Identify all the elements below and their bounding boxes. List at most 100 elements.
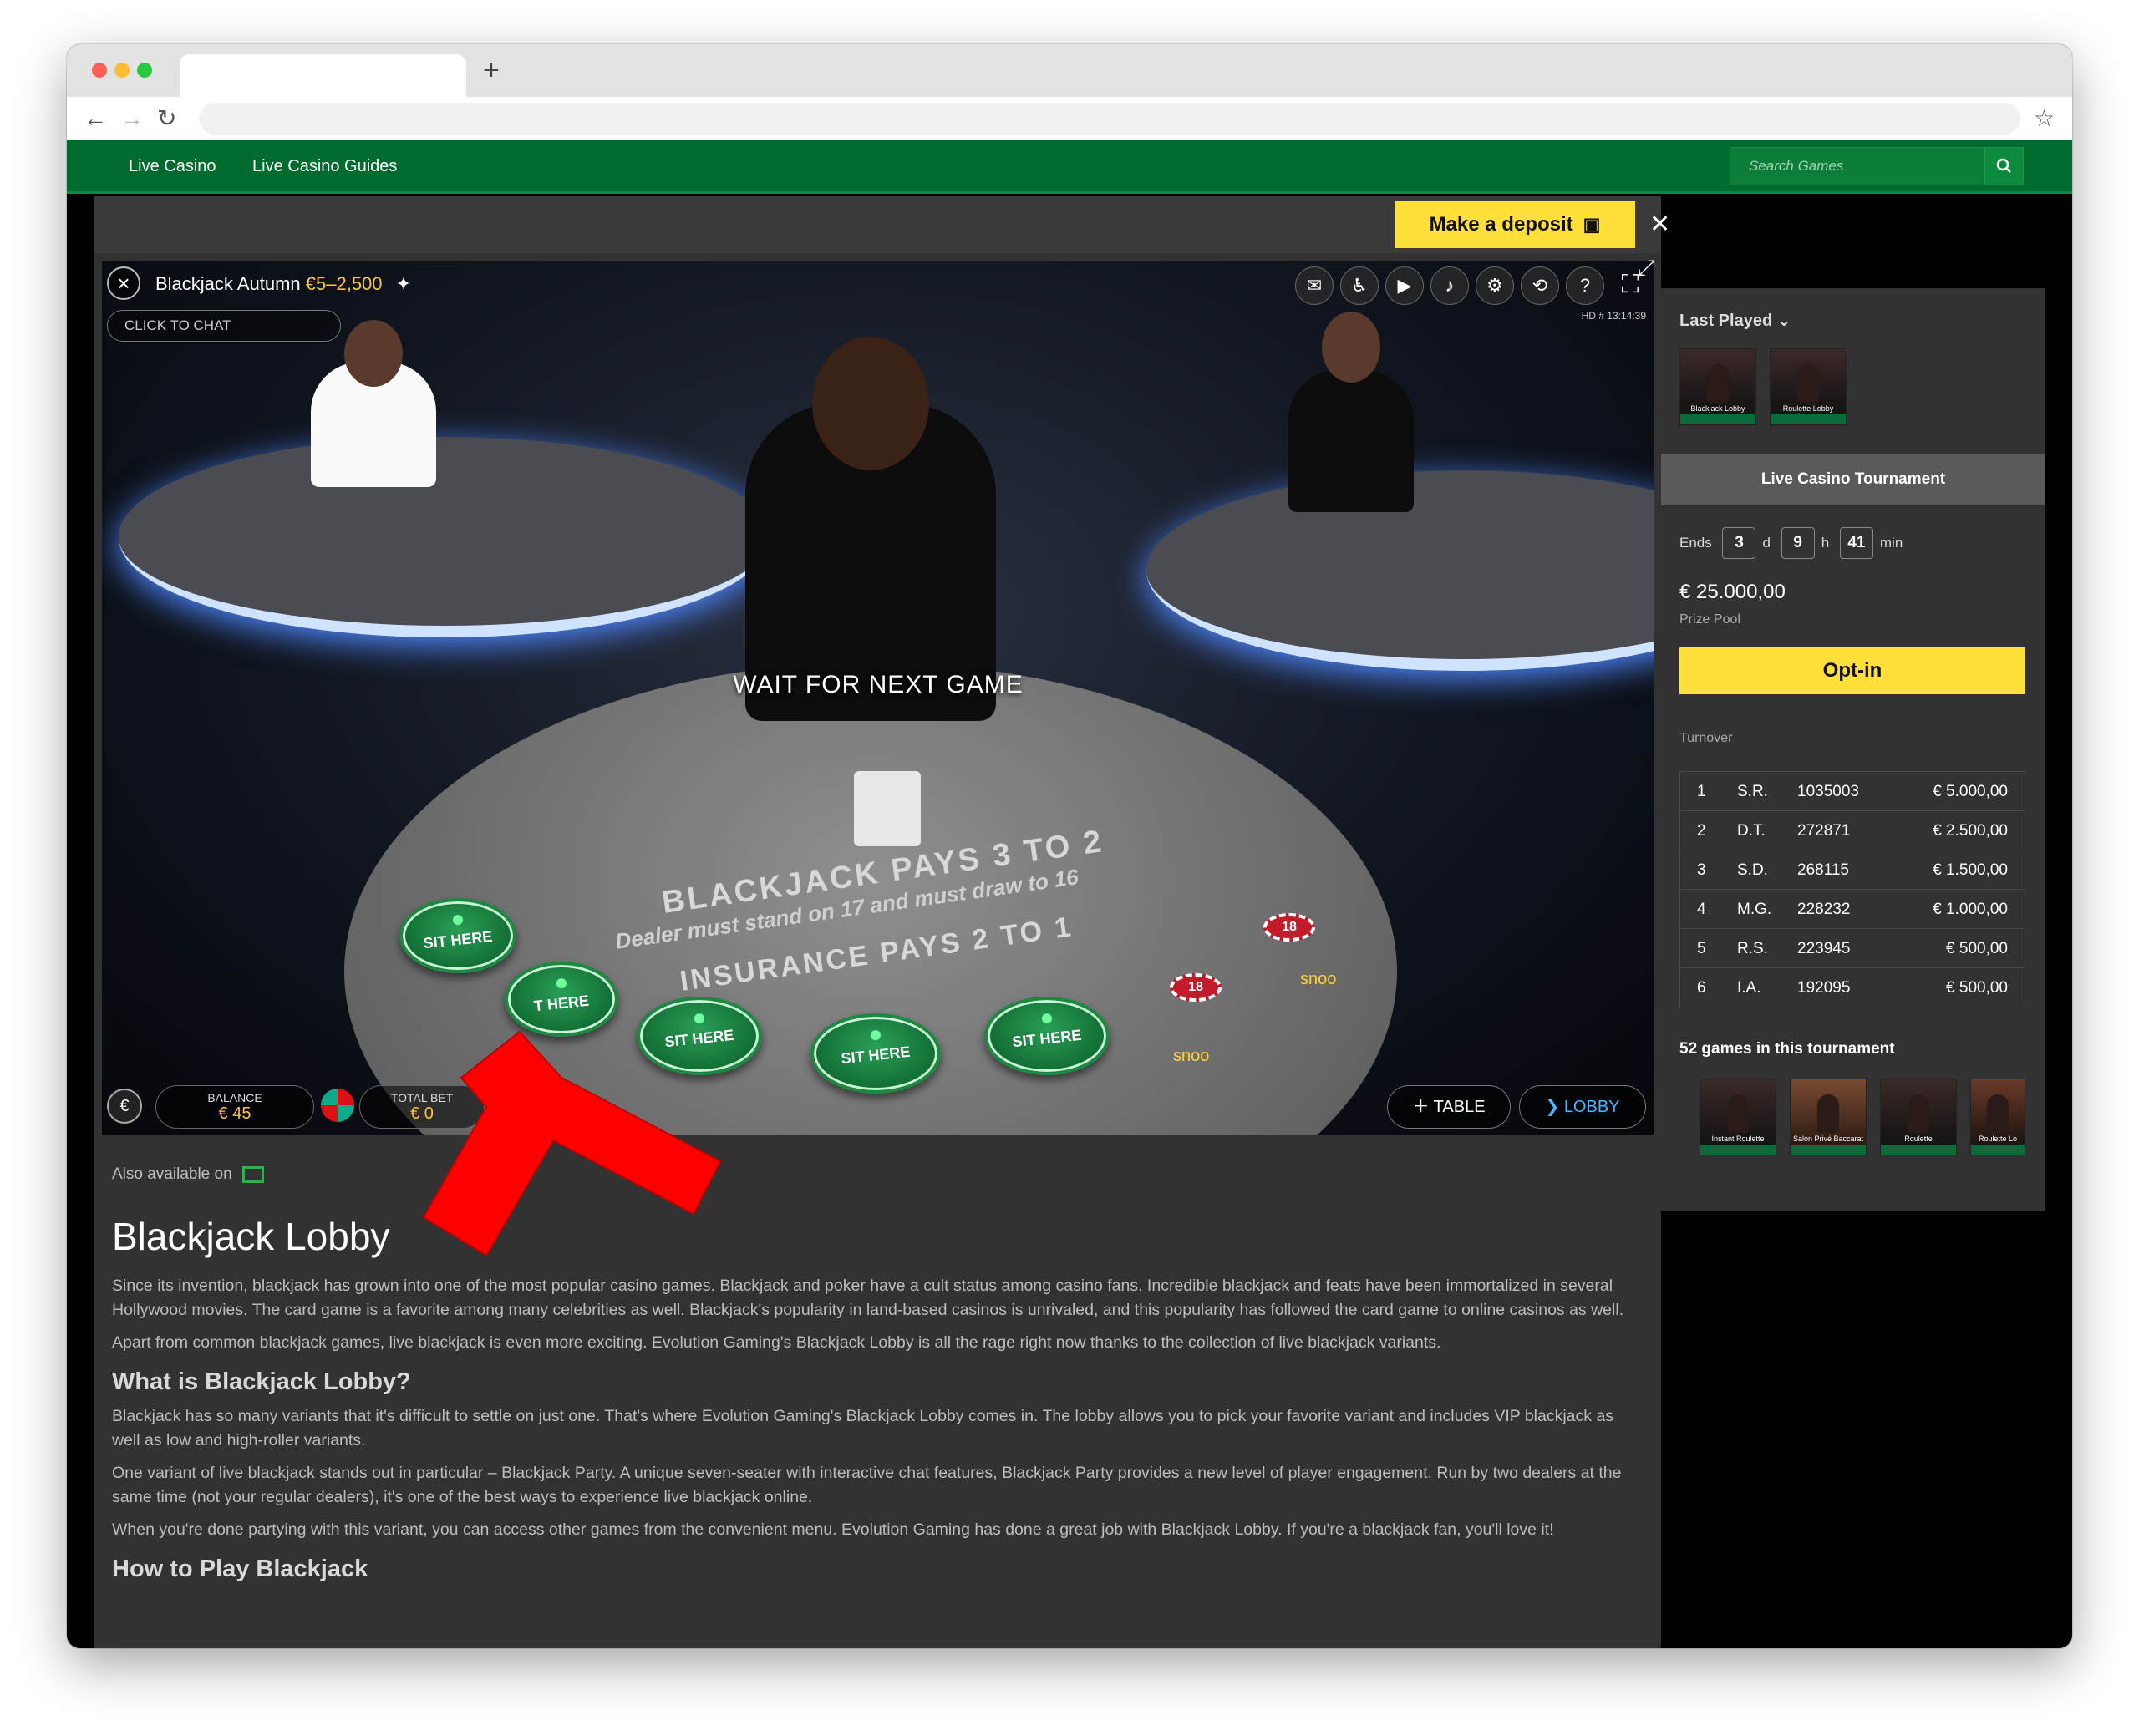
felt-strip [1791, 1145, 1866, 1155]
days-unit: d [1762, 535, 1771, 551]
tournament-game-tile[interactable]: Roulette Lo [1970, 1079, 2025, 1155]
chevron-down-icon: ⌄ [1776, 312, 1791, 330]
tournament-sidebar: Last Played ⌄ Blackjack Lobby Roulette L… [1661, 288, 2045, 1211]
plus-icon: ＋ [1412, 1098, 1434, 1116]
search-box [1730, 147, 2024, 185]
leaderboard-row: 2 D.T. 272871 € 2.500,00 [1680, 811, 2025, 850]
expand-icon[interactable]: ⤢ [1638, 255, 1655, 282]
tournament-game-tile[interactable]: Salon Privé Baccarat [1790, 1079, 1867, 1155]
back-icon[interactable]: ← [84, 102, 107, 135]
help-icon[interactable]: ? [1566, 266, 1604, 305]
felt-strip [1971, 1145, 2025, 1155]
dealer-thumb-figure [1727, 1094, 1749, 1133]
game-tile-caption: Roulette Lo [1978, 1134, 2018, 1143]
last-played-label: Last Played [1679, 312, 1773, 330]
make-deposit-button[interactable]: Make a deposit ▣ [1395, 201, 1635, 248]
dealer-thumb-figure [1987, 1094, 2009, 1133]
leaderboard-amount: € 1.500,00 [1933, 861, 2008, 879]
window-close-button[interactable] [92, 63, 107, 78]
tournament-game-tile[interactable]: Instant Roulette [1700, 1079, 1776, 1155]
page-title: Blackjack Lobby [112, 1215, 390, 1258]
also-available-label: Also available on [112, 1165, 232, 1183]
dealer-thumb-figure [1707, 364, 1729, 403]
leaderboard-row: 1 S.R. 1035003 € 5.000,00 [1680, 772, 2025, 811]
also-available-on: Also available on [112, 1165, 264, 1184]
forward-icon[interactable]: → [120, 102, 144, 135]
browser-tab-active[interactable] [180, 54, 466, 97]
game-tile-caption: Roulette Lobby [1782, 404, 1834, 413]
search-input[interactable] [1730, 148, 1986, 185]
dealer-right-head [1322, 312, 1380, 383]
felt-strip [1680, 414, 1755, 424]
lobby-icon: ❯ [1545, 1098, 1564, 1116]
tournament-title: Live Casino Tournament [1661, 454, 2045, 505]
address-bar[interactable] [199, 103, 2020, 135]
last-played-game-tile[interactable]: Blackjack Lobby [1679, 348, 1756, 425]
accessibility-icon[interactable]: ♿ [1340, 266, 1379, 305]
hours-unit: h [1821, 535, 1830, 551]
dealer-thumb-figure [1908, 1094, 1929, 1133]
ends-label: Ends [1679, 535, 1712, 551]
bet-chip-stack: 18 [1170, 973, 1222, 1002]
page-content: Make a deposit ▣ ✕ BLACKJACK PAYS 3 TO 2 … [67, 196, 2072, 1648]
wallet-icon: ▣ [1583, 214, 1601, 235]
close-game-icon[interactable]: ✕ [1649, 205, 1670, 245]
chat-icon[interactable]: ✉ [1295, 266, 1334, 305]
leaderboard-amount: € 2.500,00 [1933, 822, 2008, 840]
leaderboard-name: M.G. [1737, 901, 1772, 918]
nav-live-casino-guides[interactable]: Live Casino Guides [252, 157, 397, 176]
dealer-thumb-figure [1817, 1094, 1839, 1133]
lobby-button[interactable]: ❯ LOBBY [1519, 1085, 1646, 1129]
tournament-game-tile[interactable]: Roulette [1880, 1079, 1957, 1155]
game-tile-caption: Instant Roulette [1711, 1134, 1765, 1143]
leaderboard-id: 1035003 [1797, 783, 1859, 800]
game-controls: ✉ ♿ ▶ ♪ ⚙ ⟲? ⛶ [1288, 266, 1649, 305]
player-name-tag: snoo [1300, 970, 1337, 988]
article: Blackjack Lobby Since its invention, bla… [112, 1214, 1641, 1591]
table-button-label: TABLE [1433, 1098, 1486, 1116]
window-minimize-button[interactable] [114, 63, 130, 78]
last-played-game-tile[interactable]: Roulette Lobby [1770, 348, 1847, 425]
add-table-button[interactable]: ＋ TABLE [1387, 1085, 1511, 1129]
dealer-thumb-figure [1797, 364, 1819, 403]
leaderboard-rank: 4 [1697, 901, 1706, 918]
window-maximize-button[interactable] [137, 63, 152, 78]
hours-value: 9 [1781, 527, 1815, 559]
dealer-right [1288, 370, 1414, 512]
last-played-dropdown[interactable]: Last Played ⌄ [1679, 310, 1791, 331]
leaderboard-id: 228232 [1797, 901, 1851, 918]
game-tile-caption: Salon Privé Baccarat [1792, 1134, 1864, 1143]
settings-gear-icon[interactable]: ⚙ [1476, 266, 1514, 305]
new-tab-icon[interactable]: + [483, 56, 500, 84]
leaderboard-id: 223945 [1797, 940, 1851, 957]
lobby-button-label: LOBBY [1563, 1098, 1620, 1116]
leaderboard-row: 5 R.S. 223945 € 500,00 [1680, 929, 2025, 968]
leaderboard-amount: € 500,00 [1946, 940, 2008, 957]
leaderboard-name: S.D. [1737, 861, 1768, 879]
stream-info: HD # 13:14:39 [1581, 310, 1646, 322]
article-paragraph: Apart from common blackjack games, live … [112, 1333, 1441, 1352]
bet-chip-stack: 18 [1263, 913, 1315, 942]
nav-live-casino[interactable]: Live Casino [129, 157, 216, 176]
leaderboard-row: 6 I.A. 192095 € 500,00 [1680, 968, 2025, 1008]
minutes-unit: min [1879, 535, 1903, 551]
felt-strip [1771, 414, 1846, 424]
camera-icon[interactable]: ▶ [1385, 266, 1424, 305]
turnover-label: Turnover [1679, 731, 1733, 745]
search-button[interactable] [1984, 148, 2023, 185]
desktop-icon [241, 1165, 264, 1183]
history-icon[interactable]: ⟲ [1521, 266, 1559, 305]
leaderboard-id: 272871 [1797, 822, 1851, 840]
sound-icon[interactable]: ♪ [1430, 266, 1469, 305]
prize-pool-value: € 25.000,00 [1679, 581, 1786, 603]
red-annotation-arrow [422, 1030, 722, 1257]
leaderboard-amount: € 500,00 [1946, 979, 2008, 997]
sit-here-seat[interactable]: ● SIT HERE [984, 997, 1110, 1075]
minutes-value: 41 [1839, 527, 1873, 559]
leaderboard-rank: 2 [1697, 822, 1706, 840]
site-navbar: Live Casino Live Casino Guides [67, 140, 2072, 194]
reload-icon[interactable]: ↻ [157, 102, 176, 135]
bookmark-star-icon[interactable]: ☆ [2034, 102, 2055, 135]
opt-in-button[interactable]: Opt-in [1679, 647, 2025, 694]
leaderboard-amount: € 5.000,00 [1933, 783, 2008, 800]
